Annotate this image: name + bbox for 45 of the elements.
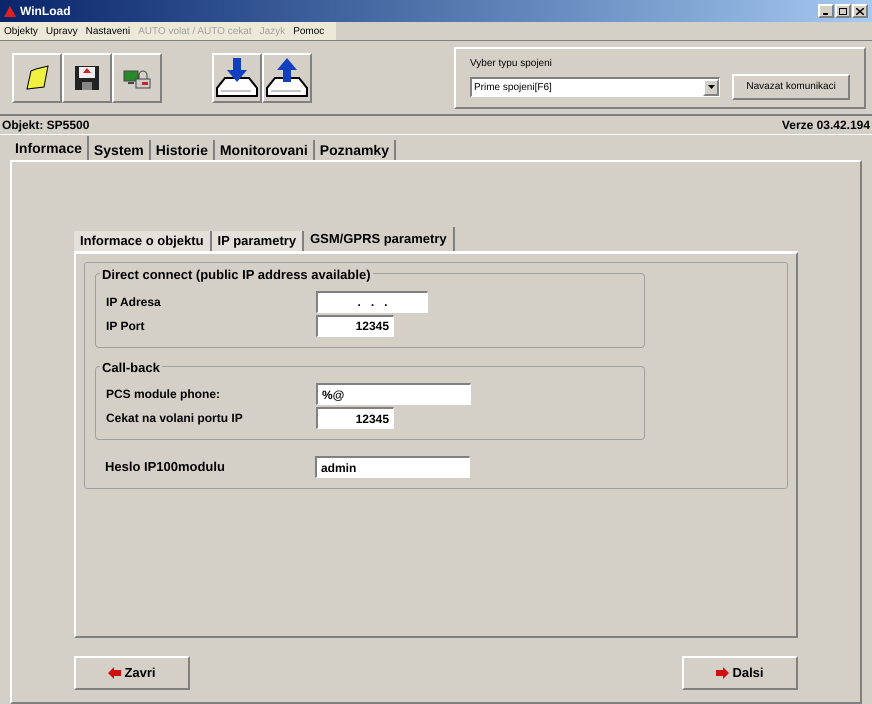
right-arrow-icon <box>716 667 730 679</box>
dropdown-value: Prime spojeni[F6] <box>473 80 553 94</box>
menu-item[interactable]: Pomoc <box>289 24 328 38</box>
toolbar-button[interactable] <box>212 52 262 102</box>
next-button[interactable]: Dalsi <box>682 656 798 690</box>
toolbar-button[interactable] <box>262 52 312 102</box>
connection-type-dropdown[interactable]: Prime spojeni[F6] <box>470 76 720 96</box>
input-field[interactable]: %@ <box>316 383 471 405</box>
toolbar-button[interactable] <box>12 52 62 102</box>
tab[interactable]: Informace o objektu <box>74 231 212 251</box>
maximize-icon <box>839 8 847 14</box>
input-field[interactable]: 12345 <box>316 314 394 336</box>
minimize-button[interactable] <box>818 4 834 18</box>
field-label: IP Port <box>106 318 146 334</box>
warning-icon <box>4 6 16 16</box>
field-label: PCS module phone: <box>106 386 221 403</box>
menu-item[interactable]: Upravy <box>42 24 82 38</box>
connection-type-label: Vyber typu spojeni <box>470 56 553 70</box>
menu-item[interactable]: Nastaveni <box>82 24 134 38</box>
close-button[interactable] <box>852 4 868 18</box>
object-name: Objekt: SP5500 <box>2 117 90 134</box>
close-button[interactable]: Zavri <box>74 656 190 690</box>
close-icon <box>856 8 864 14</box>
input-field[interactable]: admin <box>315 456 470 478</box>
dropdown-arrow-icon <box>708 85 715 89</box>
field-label: Cekat na volani portu IP <box>106 410 244 427</box>
version-text: Verze 03.42.194 <box>782 117 870 134</box>
tab[interactable]: System <box>88 140 151 160</box>
toolbar-button[interactable] <box>62 52 112 102</box>
tab[interactable]: IP parametry <box>212 231 304 251</box>
upload-drive-icon <box>265 58 309 98</box>
maximize-button[interactable] <box>835 4 851 18</box>
toolbar-button[interactable] <box>112 52 162 102</box>
menu-item[interactable]: Objekty <box>0 24 42 38</box>
field-label: IP Adresa <box>106 294 162 310</box>
connect-button[interactable]: Navazat komunikaci <box>732 74 850 100</box>
tab[interactable]: Historie <box>150 140 215 160</box>
input-field[interactable]: . . . <box>316 290 428 312</box>
left-arrow-icon <box>108 667 122 679</box>
download-drive-icon <box>215 58 259 98</box>
window-title: WinLoad <box>20 3 71 20</box>
tab[interactable]: Monitorovani <box>214 140 315 160</box>
field-label: Heslo IP100modulu <box>105 458 226 476</box>
input-field[interactable]: 12345 <box>316 407 394 429</box>
tab[interactable]: Poznamky <box>314 140 396 160</box>
